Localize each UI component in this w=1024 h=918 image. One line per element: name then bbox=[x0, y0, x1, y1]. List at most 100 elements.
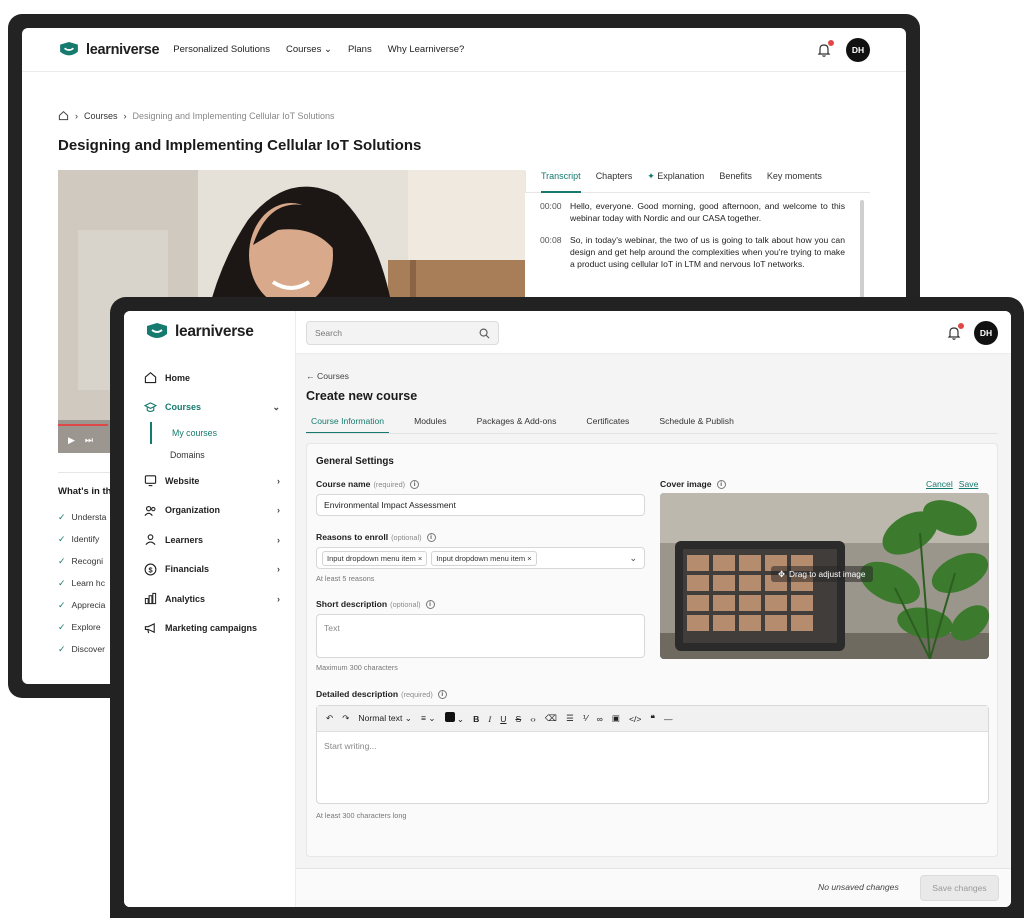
top-navigation: learniverse Personalized Solutions Cours… bbox=[22, 28, 906, 72]
editor-body[interactable]: Start writing... bbox=[317, 732, 988, 760]
transcript-line[interactable]: 00:08 So, in today's webinar, the two of… bbox=[540, 234, 845, 270]
user-avatar[interactable]: DH bbox=[846, 37, 870, 62]
sidebar-item-marketing-campaigns[interactable]: Marketing campaigns bbox=[144, 614, 280, 644]
sidebar-item-website[interactable]: Website › bbox=[144, 466, 280, 496]
reasons-helper: At least 5 reasons bbox=[316, 574, 375, 583]
tab-certificates[interactable]: Certificates bbox=[581, 416, 634, 434]
info-icon[interactable]: i bbox=[425, 599, 435, 609]
reasons-multiselect[interactable]: Input dropdown menu item × Input dropdow… bbox=[316, 547, 645, 569]
tab-transcript[interactable]: Transcript bbox=[541, 171, 581, 193]
underline-icon[interactable]: U bbox=[500, 714, 506, 724]
chevron-right-icon: › bbox=[277, 505, 280, 516]
nav-link-personalized-solutions[interactable]: Personalized Solutions bbox=[173, 44, 270, 55]
home-icon[interactable] bbox=[58, 110, 69, 121]
transcript-scrollbar[interactable] bbox=[860, 200, 864, 310]
cover-cancel-link[interactable]: Cancel bbox=[926, 479, 953, 489]
undo-icon[interactable]: ↶ bbox=[326, 713, 333, 724]
cover-image[interactable]: ✥ Drag to adjust image bbox=[660, 493, 989, 659]
tab-modules[interactable]: Modules bbox=[409, 416, 451, 434]
reason-chip[interactable]: Input dropdown menu item × bbox=[322, 550, 428, 566]
bullet-list-icon[interactable]: ☰ bbox=[566, 713, 574, 724]
search-placeholder: Search bbox=[315, 328, 342, 338]
tab-chapters[interactable]: Chapters bbox=[596, 171, 633, 192]
sidebar-item-organization[interactable]: Organization › bbox=[144, 496, 280, 526]
megaphone-icon bbox=[144, 622, 155, 634]
redo-icon[interactable]: ↷ bbox=[342, 713, 349, 724]
align-icon[interactable]: ≡ ⌄ bbox=[421, 713, 436, 724]
short-description-textarea[interactable]: Text bbox=[316, 614, 645, 658]
sidebar-item-home[interactable]: Home bbox=[144, 363, 280, 393]
transcript-text: So, in today's webinar, the two of us is… bbox=[570, 235, 845, 269]
italic-icon[interactable]: I bbox=[488, 714, 491, 724]
tab-schedule-publish[interactable]: Schedule & Publish bbox=[654, 416, 739, 434]
course-tabs: Course Information Modules Packages & Ad… bbox=[306, 416, 739, 434]
notifications-bell-icon[interactable] bbox=[946, 322, 965, 341]
brand-logo[interactable]: learniverse bbox=[145, 323, 254, 341]
remove-icon[interactable]: × bbox=[527, 554, 531, 563]
nav-link-why-learniverse[interactable]: Why Learniverse? bbox=[388, 44, 465, 55]
transcript-line[interactable]: 00:00 Hello, everyone. Good morning, goo… bbox=[540, 200, 845, 224]
cover-save-link[interactable]: Save bbox=[959, 479, 979, 489]
search-input[interactable]: Search bbox=[306, 321, 499, 345]
drag-to-adjust-hint[interactable]: ✥ Drag to adjust image bbox=[771, 566, 873, 582]
sidebar-item-financials[interactable]: $ Financials › bbox=[144, 555, 280, 585]
sidebar-subitem-domains[interactable]: Domains bbox=[150, 444, 280, 466]
sidebar-subitem-my-courses[interactable]: My courses bbox=[150, 422, 280, 444]
save-changes-button[interactable]: Save changes bbox=[920, 875, 999, 901]
quote-icon[interactable]: ❝ bbox=[650, 713, 655, 724]
info-icon[interactable]: i bbox=[410, 479, 420, 489]
image-icon[interactable]: ▣ bbox=[612, 713, 620, 724]
course-name-input[interactable]: Environmental Impact Assessment bbox=[316, 494, 645, 516]
course-editor-window: learniverse Home Courses ⌄ My courses Do… bbox=[124, 311, 1011, 907]
tab-course-information[interactable]: Course Information bbox=[306, 416, 390, 434]
clear-format-icon[interactable]: ⌫ bbox=[545, 713, 557, 724]
remove-icon[interactable]: × bbox=[418, 554, 422, 563]
graduation-cap-icon bbox=[60, 41, 78, 55]
color-picker[interactable]: ⌄ bbox=[444, 712, 464, 725]
breadcrumb: › Courses › Designing and Implementing C… bbox=[58, 110, 334, 121]
sidebar-item-learners[interactable]: Learners › bbox=[144, 525, 280, 555]
user-avatar[interactable]: DH bbox=[974, 321, 998, 345]
nav-link-plans[interactable]: Plans bbox=[348, 44, 372, 55]
sidebar-item-courses[interactable]: Courses ⌄ bbox=[144, 393, 280, 423]
breadcrumb-courses[interactable]: Courses bbox=[84, 111, 118, 121]
check-icon: ✓ bbox=[58, 599, 66, 610]
text-style-dropdown[interactable]: Normal text ⌄ bbox=[358, 713, 412, 724]
svg-text:$: $ bbox=[148, 565, 153, 574]
info-icon[interactable]: i bbox=[437, 689, 447, 699]
lesson-tabs: Transcript Chapters ✦ Explanation Benefi… bbox=[525, 171, 870, 193]
chevron-down-icon[interactable]: ⌄ bbox=[629, 553, 637, 564]
tab-explanation[interactable]: ✦ Explanation bbox=[647, 171, 704, 192]
short-description-helper: Maximum 300 characters bbox=[316, 663, 398, 672]
tab-benefits[interactable]: Benefits bbox=[719, 171, 752, 192]
strikethrough-icon[interactable]: S bbox=[515, 714, 521, 724]
code-block-icon[interactable]: </> bbox=[629, 714, 641, 724]
save-status: No unsaved changes bbox=[818, 882, 899, 892]
link-icon[interactable]: ∞ bbox=[597, 714, 603, 724]
sidebar-item-analytics[interactable]: Analytics › bbox=[144, 584, 280, 614]
check-icon: ✓ bbox=[58, 577, 66, 588]
code-icon[interactable]: ‹› bbox=[530, 714, 536, 724]
back-to-courses-link[interactable]: ← Courses bbox=[306, 371, 349, 381]
breadcrumb-current: Designing and Implementing Cellular IoT … bbox=[132, 110, 335, 121]
divider-icon[interactable]: — bbox=[664, 714, 673, 724]
tab-packages-addons[interactable]: Packages & Add-ons bbox=[472, 416, 562, 434]
chevron-right-icon: › bbox=[277, 534, 280, 545]
brand-name: learniverse bbox=[86, 41, 160, 58]
play-icon[interactable]: ▶ bbox=[68, 435, 75, 446]
user-icon bbox=[145, 534, 156, 546]
numbered-list-icon[interactable]: ⅟ bbox=[583, 713, 588, 724]
brand-logo[interactable]: learniverse bbox=[58, 41, 160, 58]
info-icon[interactable]: i bbox=[716, 479, 726, 489]
search-icon[interactable] bbox=[479, 328, 490, 339]
info-icon[interactable]: i bbox=[426, 532, 436, 542]
tab-key-moments[interactable]: Key moments bbox=[767, 171, 822, 192]
rich-text-editor: ↶ ↷ Normal text ⌄ ≡ ⌄ ⌄ B I U S ‹› ⌫ ☰ ⅟… bbox=[316, 705, 989, 804]
reason-chip[interactable]: Input dropdown menu item × bbox=[431, 550, 537, 566]
bold-icon[interactable]: B bbox=[473, 714, 479, 724]
nav-link-courses[interactable]: Courses ⌄ bbox=[286, 44, 332, 55]
video-progress-bar[interactable] bbox=[58, 424, 108, 426]
skip-forward-icon[interactable]: ⏭ bbox=[85, 435, 93, 446]
short-description-label: Short description (optional) i bbox=[316, 599, 435, 609]
notifications-bell-icon[interactable] bbox=[816, 38, 835, 58]
